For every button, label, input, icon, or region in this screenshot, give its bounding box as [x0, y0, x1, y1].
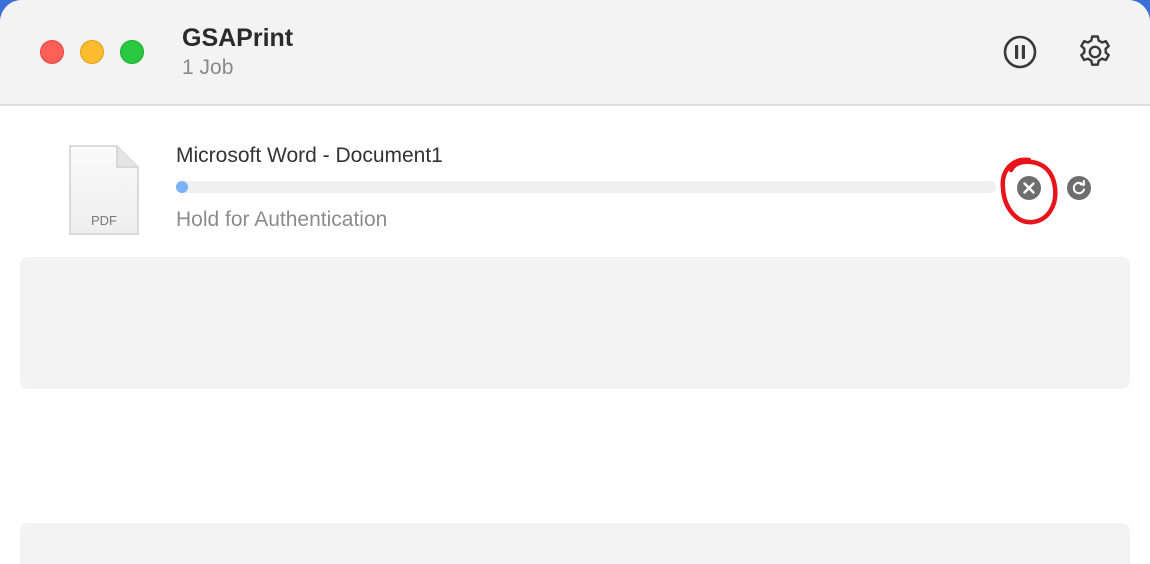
empty-job-slot [20, 523, 1130, 564]
job-progress-bar [176, 181, 996, 193]
pause-circle-icon [1003, 35, 1037, 69]
minimize-window-button[interactable] [80, 40, 104, 64]
resume-job-button[interactable] [1066, 175, 1092, 201]
job-count: 1 Job [182, 56, 234, 79]
app-title: GSAPrint [182, 24, 294, 52]
pdf-document-icon: PDF [67, 143, 141, 237]
progress-fill [176, 181, 188, 193]
pause-queue-button[interactable] [1000, 32, 1040, 72]
close-window-button[interactable] [40, 40, 64, 64]
cancel-job-button[interactable] [1016, 175, 1042, 201]
gear-icon [1080, 35, 1110, 66]
app-window: GSAPrint 1 Job PDF Microsoft Word - Docu… [0, 0, 1150, 564]
job-title: Microsoft Word - Document1 [176, 144, 443, 167]
file-type-label: PDF [91, 213, 117, 228]
close-circle-icon [1017, 176, 1041, 200]
job-status: Hold for Authentication [176, 208, 388, 231]
maximize-window-button[interactable] [120, 40, 144, 64]
settings-button[interactable] [1075, 32, 1115, 72]
empty-job-slot [20, 257, 1130, 389]
title-bar: GSAPrint 1 Job [0, 0, 1150, 106]
refresh-circle-icon [1067, 176, 1091, 200]
